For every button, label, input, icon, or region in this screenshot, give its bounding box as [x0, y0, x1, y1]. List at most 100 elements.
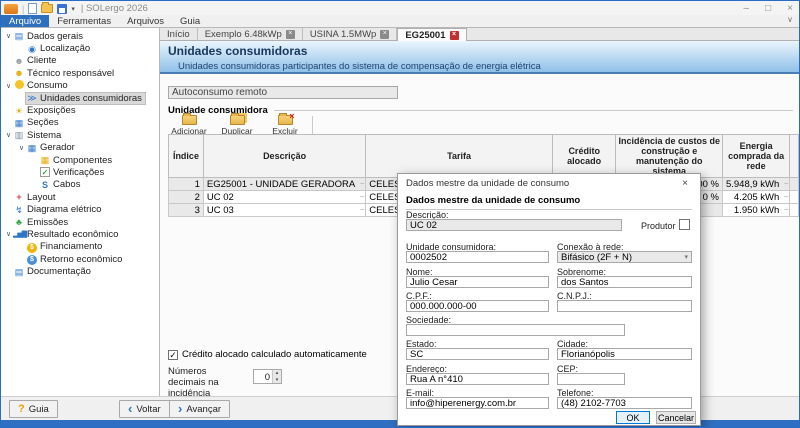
tab-exemplo[interactable]: Exemplo 6.48kWp× [198, 28, 303, 40]
endereco-field[interactable] [406, 373, 549, 385]
tree-item-consumo[interactable]: ∨Consumo [1, 80, 159, 92]
maximize-button[interactable]: □ [765, 3, 771, 14]
col-descricao[interactable]: Descrição [203, 135, 365, 178]
tab-close-icon[interactable]: × [450, 31, 459, 40]
menu-ferramentas[interactable]: Ferramentas [49, 15, 119, 27]
tree-item-resultado-economico[interactable]: ∨▂▅▇Resultado econômico [1, 228, 159, 240]
adicionar-button[interactable]: Adicionar [168, 115, 210, 136]
expand-chevron-icon[interactable]: ∨ [4, 131, 13, 139]
tab-eg25001[interactable]: EG25001× [397, 28, 466, 41]
map-pin-icon: ◉ [26, 44, 38, 54]
stepper-down-icon[interactable]: ▾ [273, 377, 281, 384]
tab-close-icon[interactable]: × [286, 30, 295, 39]
tree-item-cliente[interactable]: ☻Cliente [1, 55, 159, 67]
window-controls: – □ × [744, 3, 793, 14]
tree-item-exposicoes[interactable]: ☀Exposições [1, 104, 159, 116]
autoconsumo-field[interactable] [168, 86, 398, 99]
tab-inicio[interactable]: Início [160, 28, 198, 40]
menu-bar: Arquivo Ferramentas Arquivos Guia ∨ [1, 15, 799, 27]
tree-item-componentes[interactable]: ▦Componentes [1, 154, 159, 166]
circuit-icon: ↯ [13, 205, 25, 215]
cidade-field[interactable] [557, 348, 692, 360]
checkbox-checked-icon[interactable]: ✓ [168, 350, 178, 360]
decimals-value: 0 [254, 370, 272, 383]
estado-field[interactable] [406, 348, 549, 360]
tree-item-secoes[interactable]: ▦Seções [1, 117, 159, 129]
tree-item-layout[interactable]: +Layout [1, 191, 159, 203]
email-field[interactable] [406, 397, 549, 409]
window-title: | SOLergo 2026 [81, 3, 148, 14]
person-helmet-icon: ☻ [13, 68, 25, 78]
separator: | [22, 4, 24, 14]
open-folder-icon[interactable] [41, 4, 53, 13]
page-subtitle: Unidades consumidoras participantes do s… [168, 58, 799, 72]
tab-usina[interactable]: USINA 1.5MWp× [303, 28, 398, 40]
menu-guia[interactable]: Guia [172, 15, 208, 27]
col-credito[interactable]: Crédito alocado [552, 135, 616, 178]
col-indice[interactable]: Índice [169, 135, 204, 178]
duplicate-folder-icon [230, 115, 245, 125]
expand-chevron-icon[interactable]: ∨ [4, 82, 13, 90]
conexao-select[interactable]: Bifásico (2F + N) ▾ [557, 251, 692, 263]
produtor-label: Produtor [641, 221, 676, 231]
tree-item-cabos[interactable]: SCabos [1, 179, 159, 191]
expand-chevron-icon[interactable]: ∨ [4, 230, 13, 238]
avancar-button[interactable]: ›Avançar [169, 400, 230, 418]
expand-chevron-icon[interactable]: ∨ [4, 32, 13, 40]
credit-auto-checkbox-row[interactable]: ✓ Crédito alocado calculado automaticame… [168, 349, 367, 360]
nome-field[interactable] [406, 276, 549, 288]
quickbar-dropdown-icon[interactable]: ▾ [71, 5, 75, 13]
tree-item-dados-gerais[interactable]: ∨▤Dados gerais [1, 30, 159, 42]
col-energia[interactable]: Energia comprada da rede [722, 135, 789, 178]
excluir-button[interactable]: ×Excluir [264, 115, 306, 136]
minimize-button[interactable]: – [744, 3, 750, 14]
cancelar-button[interactable]: Cancelar [656, 411, 696, 424]
unidade-field[interactable] [406, 251, 549, 263]
expand-chevron-icon[interactable]: ∨ [17, 144, 26, 152]
navigation-tree: ∨▤Dados gerais ◉Localização ☻Cliente ☻Té… [1, 27, 160, 396]
tab-close-icon[interactable]: × [380, 30, 389, 39]
col-incidencia[interactable]: Incidência de custos de construção e man… [616, 135, 723, 178]
voltar-button[interactable]: ‹Voltar [119, 400, 170, 418]
tree-item-emissoes[interactable]: ♣Emissões [1, 216, 159, 228]
tree-item-unidades-consumidoras[interactable]: ≫Unidades consumidoras [1, 92, 159, 104]
close-button[interactable]: × [787, 3, 793, 14]
descricao-field[interactable] [406, 219, 622, 231]
produtor-checkbox[interactable] [679, 219, 690, 230]
system-icon: ▥ [13, 130, 25, 140]
tree-item-financiamento[interactable]: $Financiamento [1, 241, 159, 253]
tree-item-diagrama-eletrico[interactable]: ↯Diagrama elétrico [1, 203, 159, 215]
sociedade-field[interactable] [406, 324, 625, 336]
new-document-icon[interactable] [28, 3, 37, 14]
chevron-right-icon: › [178, 404, 182, 414]
arrow-icon: ≫ [26, 93, 38, 103]
decimals-stepper[interactable]: 0 ▴ ▾ [253, 369, 282, 384]
save-icon[interactable] [57, 4, 67, 14]
cep-field[interactable] [557, 373, 625, 385]
collapse-ribbon-chevron-icon[interactable]: ∨ [787, 15, 793, 24]
duplicar-button[interactable]: Duplicar [216, 115, 258, 136]
tree-item-retorno-economico[interactable]: $Retorno econômico [1, 253, 159, 265]
sobrenome-field[interactable] [557, 276, 692, 288]
checkmark-icon: ✓ [39, 167, 51, 177]
tree-item-gerador[interactable]: ∨▦Gerador [1, 142, 159, 154]
tree-item-sistema[interactable]: ∨▥Sistema [1, 129, 159, 141]
solar-panel-icon: ▦ [26, 143, 38, 153]
title-bar: | ▾ | SOLergo 2026 [1, 1, 799, 15]
menu-arquivo[interactable]: Arquivo [1, 15, 49, 27]
delete-folder-icon: × [278, 115, 293, 125]
menu-arquivos[interactable]: Arquivos [119, 15, 172, 27]
cnpj-field[interactable] [557, 300, 692, 312]
app-window: | ▾ | SOLergo 2026 – □ × Arquivo Ferrame… [0, 0, 800, 428]
tree-item-localizacao[interactable]: ◉Localização [1, 42, 159, 54]
printer-icon: ▤ [13, 267, 25, 277]
tree-item-verificacoes[interactable]: ✓Verificações [1, 166, 159, 178]
cpf-field[interactable] [406, 300, 549, 312]
guia-button[interactable]: ?Guia [9, 400, 58, 418]
telefone-field[interactable] [557, 397, 692, 409]
tree-item-tecnico-responsavel[interactable]: ☻Técnico responsável [1, 67, 159, 79]
tree-item-documentacao[interactable]: ▤Documentação [1, 265, 159, 277]
col-tarifa[interactable]: Tarifa [366, 135, 553, 178]
ok-button[interactable]: OK [616, 411, 650, 424]
piggy-bank-icon: $ [26, 253, 38, 265]
